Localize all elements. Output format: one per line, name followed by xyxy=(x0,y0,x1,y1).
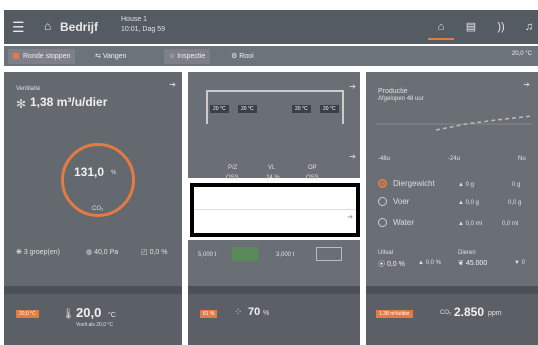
temp-setpoint-tag: 20,0 °C xyxy=(16,310,39,318)
arrow-right-icon[interactable]: ➔ xyxy=(169,80,176,89)
temp-value: 20,0 xyxy=(76,305,102,320)
humidity-unit: % xyxy=(263,310,270,317)
company-name[interactable]: Bedrijf xyxy=(60,20,98,34)
fan-icon: ✻ xyxy=(16,97,27,111)
silo-icon xyxy=(232,247,258,261)
selected-widget[interactable]: ➔ xyxy=(190,183,360,237)
top-bar: ☰ ⌂ Bedrijf House 1 10:01, Dag 59 ⌂ ▤ ))… xyxy=(4,10,538,44)
voer-row[interactable]: Voer xyxy=(378,197,409,206)
temp-tag-2: 20 °C xyxy=(238,105,257,113)
radio-icon[interactable] xyxy=(378,197,387,206)
bottom-sublabel-3: OSS xyxy=(306,175,319,181)
house-name: House 1 xyxy=(121,16,148,23)
temp-tag-1: 20 °C xyxy=(210,105,229,113)
feed-value-2: 3,000 t xyxy=(276,252,295,258)
bottom-label-2: VL xyxy=(268,165,276,171)
ring-unit: % xyxy=(111,170,117,176)
vangen-button[interactable]: ⇆ Vangen xyxy=(90,49,131,64)
x-label-end: Nu xyxy=(518,156,526,162)
outside-temp: 20,0 °C xyxy=(511,51,532,57)
uitval-delta: ▲ 0,0 % xyxy=(418,260,441,266)
temp-feels-like: Voelt als 20,0 °C xyxy=(76,322,114,328)
chart-line xyxy=(435,115,532,131)
nav-report-icon[interactable]: ▤ xyxy=(458,14,484,40)
water-delta: ▲ 0,0 ml xyxy=(458,221,482,227)
arrow-right-icon[interactable]: ➔ xyxy=(523,80,530,89)
arrow-right-icon[interactable]: ➔ xyxy=(349,152,356,161)
bottom-sublabel-1: OSS xyxy=(226,175,239,181)
production-panel[interactable]: ➔ Productie Afgelopen 48 uur -48u -24u N… xyxy=(366,72,538,286)
bottom-label-1: P/Z xyxy=(228,165,238,171)
dieren-value: ❦ 45.000 xyxy=(458,260,488,267)
diergewicht-value: 0 g xyxy=(512,182,521,188)
diergewicht-row[interactable]: Diergewicht xyxy=(378,179,435,188)
x-label-mid: -24u xyxy=(448,156,461,162)
humidity-icon: ⁘ xyxy=(234,307,243,318)
temp-tag-4: 20 °C xyxy=(320,105,339,113)
action-bar: Ronde stoppen ⇆ Vangen ☆ Inspectie ⚙ Roo… xyxy=(4,46,538,66)
bottom-label-3: OP xyxy=(308,165,317,171)
house-icon: ⌂ xyxy=(44,19,52,33)
x-label-start: -48u xyxy=(378,156,391,162)
water-row[interactable]: Water xyxy=(378,218,414,227)
ronde-stoppen-button[interactable]: Ronde stoppen xyxy=(8,49,76,64)
voer-value: 0,0 g xyxy=(508,200,522,206)
percent-info: ◰ 0,0 % xyxy=(141,249,168,256)
ring-value: 131,0 xyxy=(74,165,105,179)
rooi-button[interactable]: ⚙ Rooi xyxy=(226,49,259,64)
uitval-label: Uitval xyxy=(378,250,394,256)
nav-signal-icon[interactable]: )) xyxy=(488,14,514,40)
dieren-delta: ▼ 0 xyxy=(514,260,525,266)
humidity-value: 70 xyxy=(248,306,261,318)
temperature-tile[interactable]: 20,0 °C 🌡 20,0 °C Voelt als 20,0 °C xyxy=(4,294,182,345)
groups-info: ❋ 3 groep(en) xyxy=(16,249,61,256)
nav-dashboard-icon[interactable]: ⌂ xyxy=(428,14,454,40)
radio-icon[interactable] xyxy=(378,218,387,227)
divider xyxy=(194,209,356,210)
temp-unit: °C xyxy=(108,312,116,319)
co2-unit: ppm xyxy=(488,310,502,317)
feed-panel[interactable]: 5,000 t 3,000 t xyxy=(188,240,360,286)
humidity-tile[interactable]: 81 % ⁘ 70 % xyxy=(188,294,360,345)
production-title: Productie xyxy=(378,88,408,95)
uitval-value: ⦿ 0,0 % xyxy=(378,261,405,268)
ventilation-panel[interactable]: ➔ Ventilatie ✻ 1,38 m³/u/dier 131,0 % CO… xyxy=(4,72,182,286)
voer-delta: ▲ 0,0 g xyxy=(458,200,479,206)
ventilation-title: Ventilatie xyxy=(16,86,41,92)
co2-tile[interactable]: 1.38 m³/u/dier CO₂ 2.850 ppm xyxy=(366,294,538,345)
ventilation-value: 1,38 m³/u/dier xyxy=(30,95,108,109)
radio-selected-icon[interactable] xyxy=(378,179,387,188)
humidity-setpoint-tag: 81 % xyxy=(200,310,218,318)
co2-setpoint-tag: 1.38 m³/u/dier xyxy=(376,310,413,318)
temp-tag-3: 20 °C xyxy=(292,105,311,113)
house-time: 10:01, Dag 59 xyxy=(121,26,165,33)
house-layout-panel[interactable]: ➔ ➔ 20 °C 20 °C 20 °C 20 °C P/Z VL OP OS… xyxy=(188,72,360,181)
arrow-right-icon[interactable]: ➔ xyxy=(349,82,356,91)
silo-empty-icon xyxy=(316,247,342,261)
thermometer-icon: 🌡 xyxy=(62,309,75,320)
feed-value-1: 5,000 t xyxy=(198,252,217,258)
house-info: House 1 10:01, Dag 59 xyxy=(121,15,165,35)
stop-icon xyxy=(13,53,19,59)
co2-value: 2.850 xyxy=(454,305,485,319)
water-value: 0,0 ml xyxy=(502,221,519,227)
nav-bell-icon[interactable]: ♫ xyxy=(516,14,538,40)
production-chart xyxy=(376,115,532,131)
co2-label: CO₂ xyxy=(440,310,452,316)
inspectie-button[interactable]: ☆ Inspectie xyxy=(164,49,211,64)
arrow-right-icon[interactable]: ➔ xyxy=(347,213,353,221)
ring-label: CO₂ xyxy=(92,206,104,212)
bottom-sublabel-2: 24 % xyxy=(266,175,280,181)
pressure-info: ◍ 40,0 Pa xyxy=(86,249,119,256)
menu-icon[interactable]: ☰ xyxy=(12,19,25,36)
diergewicht-delta: ▲ 0 g xyxy=(458,182,474,188)
dieren-label: Dieren xyxy=(458,250,476,256)
